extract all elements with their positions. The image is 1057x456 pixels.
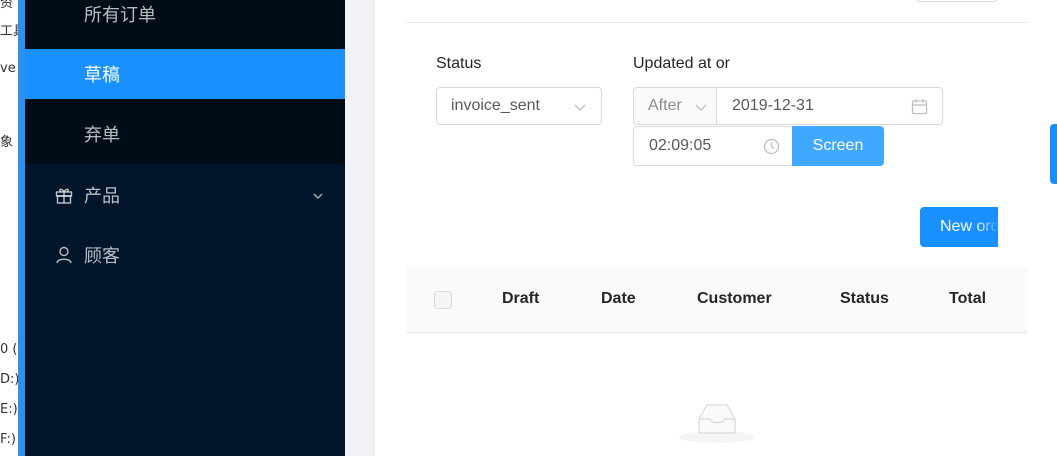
screen-button[interactable]: Screen: [792, 126, 884, 166]
time-picker-input[interactable]: 02:09:05: [633, 126, 793, 166]
sidebar-item-label: 草稿: [84, 65, 120, 85]
new-order-button[interactable]: New order: [920, 207, 998, 247]
comparator-value: After: [648, 97, 682, 114]
sidebar-item-label: 顾客: [84, 246, 120, 266]
desktop-text-fragment: D:): [0, 372, 18, 387]
date-picker-input[interactable]: 2019-12-31: [716, 87, 943, 125]
desktop-text-fragment: 0 (: [0, 342, 18, 357]
column-header-draft[interactable]: Draft: [502, 290, 539, 308]
clock-icon: [763, 138, 780, 155]
sidebar-item-all-orders[interactable]: 所有订单: [25, 0, 345, 39]
column-header-date[interactable]: Date: [601, 290, 636, 308]
sidebar-item-label: 所有订单: [84, 5, 156, 25]
header-button[interactable]: [916, 0, 998, 2]
orders-submenu: 所有订单 草稿 弃单: [25, 0, 345, 164]
sidebar-menu: 所有订单 草稿 弃单 产品 顾客: [25, 0, 345, 456]
chevron-down-icon: [311, 187, 325, 201]
calendar-icon: [911, 98, 928, 115]
sidebar-item-customers[interactable]: 顾客: [25, 230, 345, 280]
sidebar-item-products[interactable]: 产品: [25, 170, 345, 220]
table-header: Draft Date Customer Status Total: [406, 267, 1027, 333]
sidebar-item-drafts[interactable]: 草稿: [25, 49, 345, 99]
desktop-text-fragment: 工具: [0, 24, 18, 39]
empty-inbox-icon: [677, 395, 757, 445]
gift-icon: [54, 185, 74, 205]
desktop-text-fragment: E:): [0, 402, 18, 417]
desktop-text-fragment: ve: [0, 61, 16, 76]
main-content-card: Status invoice_sent Updated at or After …: [375, 0, 1057, 456]
status-select[interactable]: invoice_sent: [436, 87, 602, 125]
desktop-text-fragment: 象: [0, 135, 14, 150]
window-edge: [18, 0, 25, 456]
desktop-text-fragment: F:): [0, 432, 16, 447]
column-header-total[interactable]: Total: [949, 290, 986, 308]
button-fade-overlay: [976, 207, 998, 247]
date-value: 2019-12-31: [732, 97, 814, 114]
desktop-background-strip: 资 工具 ve 象 0 ( D:) E:) F:): [0, 0, 18, 456]
header-divider: [406, 22, 1027, 23]
status-filter-label: Status: [436, 55, 482, 72]
updated-filter-label: Updated at or: [633, 55, 730, 72]
sidebar-item-label: 弃单: [84, 125, 120, 145]
desktop-text-fragment: 资: [0, 0, 14, 11]
column-header-customer[interactable]: Customer: [697, 290, 772, 308]
column-header-status[interactable]: Status: [840, 290, 889, 308]
time-value: 02:09:05: [649, 137, 712, 154]
chevron-down-icon: [573, 100, 587, 114]
content-gutter: [345, 0, 375, 456]
chevron-down-icon: [694, 100, 708, 114]
status-select-value: invoice_sent: [451, 97, 540, 114]
sidebar-item-label: 产品: [84, 186, 120, 206]
floating-side-tab[interactable]: [1050, 124, 1057, 184]
sidebar-item-abandoned[interactable]: 弃单: [25, 109, 345, 159]
comparator-select[interactable]: After: [633, 87, 717, 125]
user-icon: [54, 245, 74, 265]
select-all-checkbox[interactable]: [434, 291, 452, 309]
